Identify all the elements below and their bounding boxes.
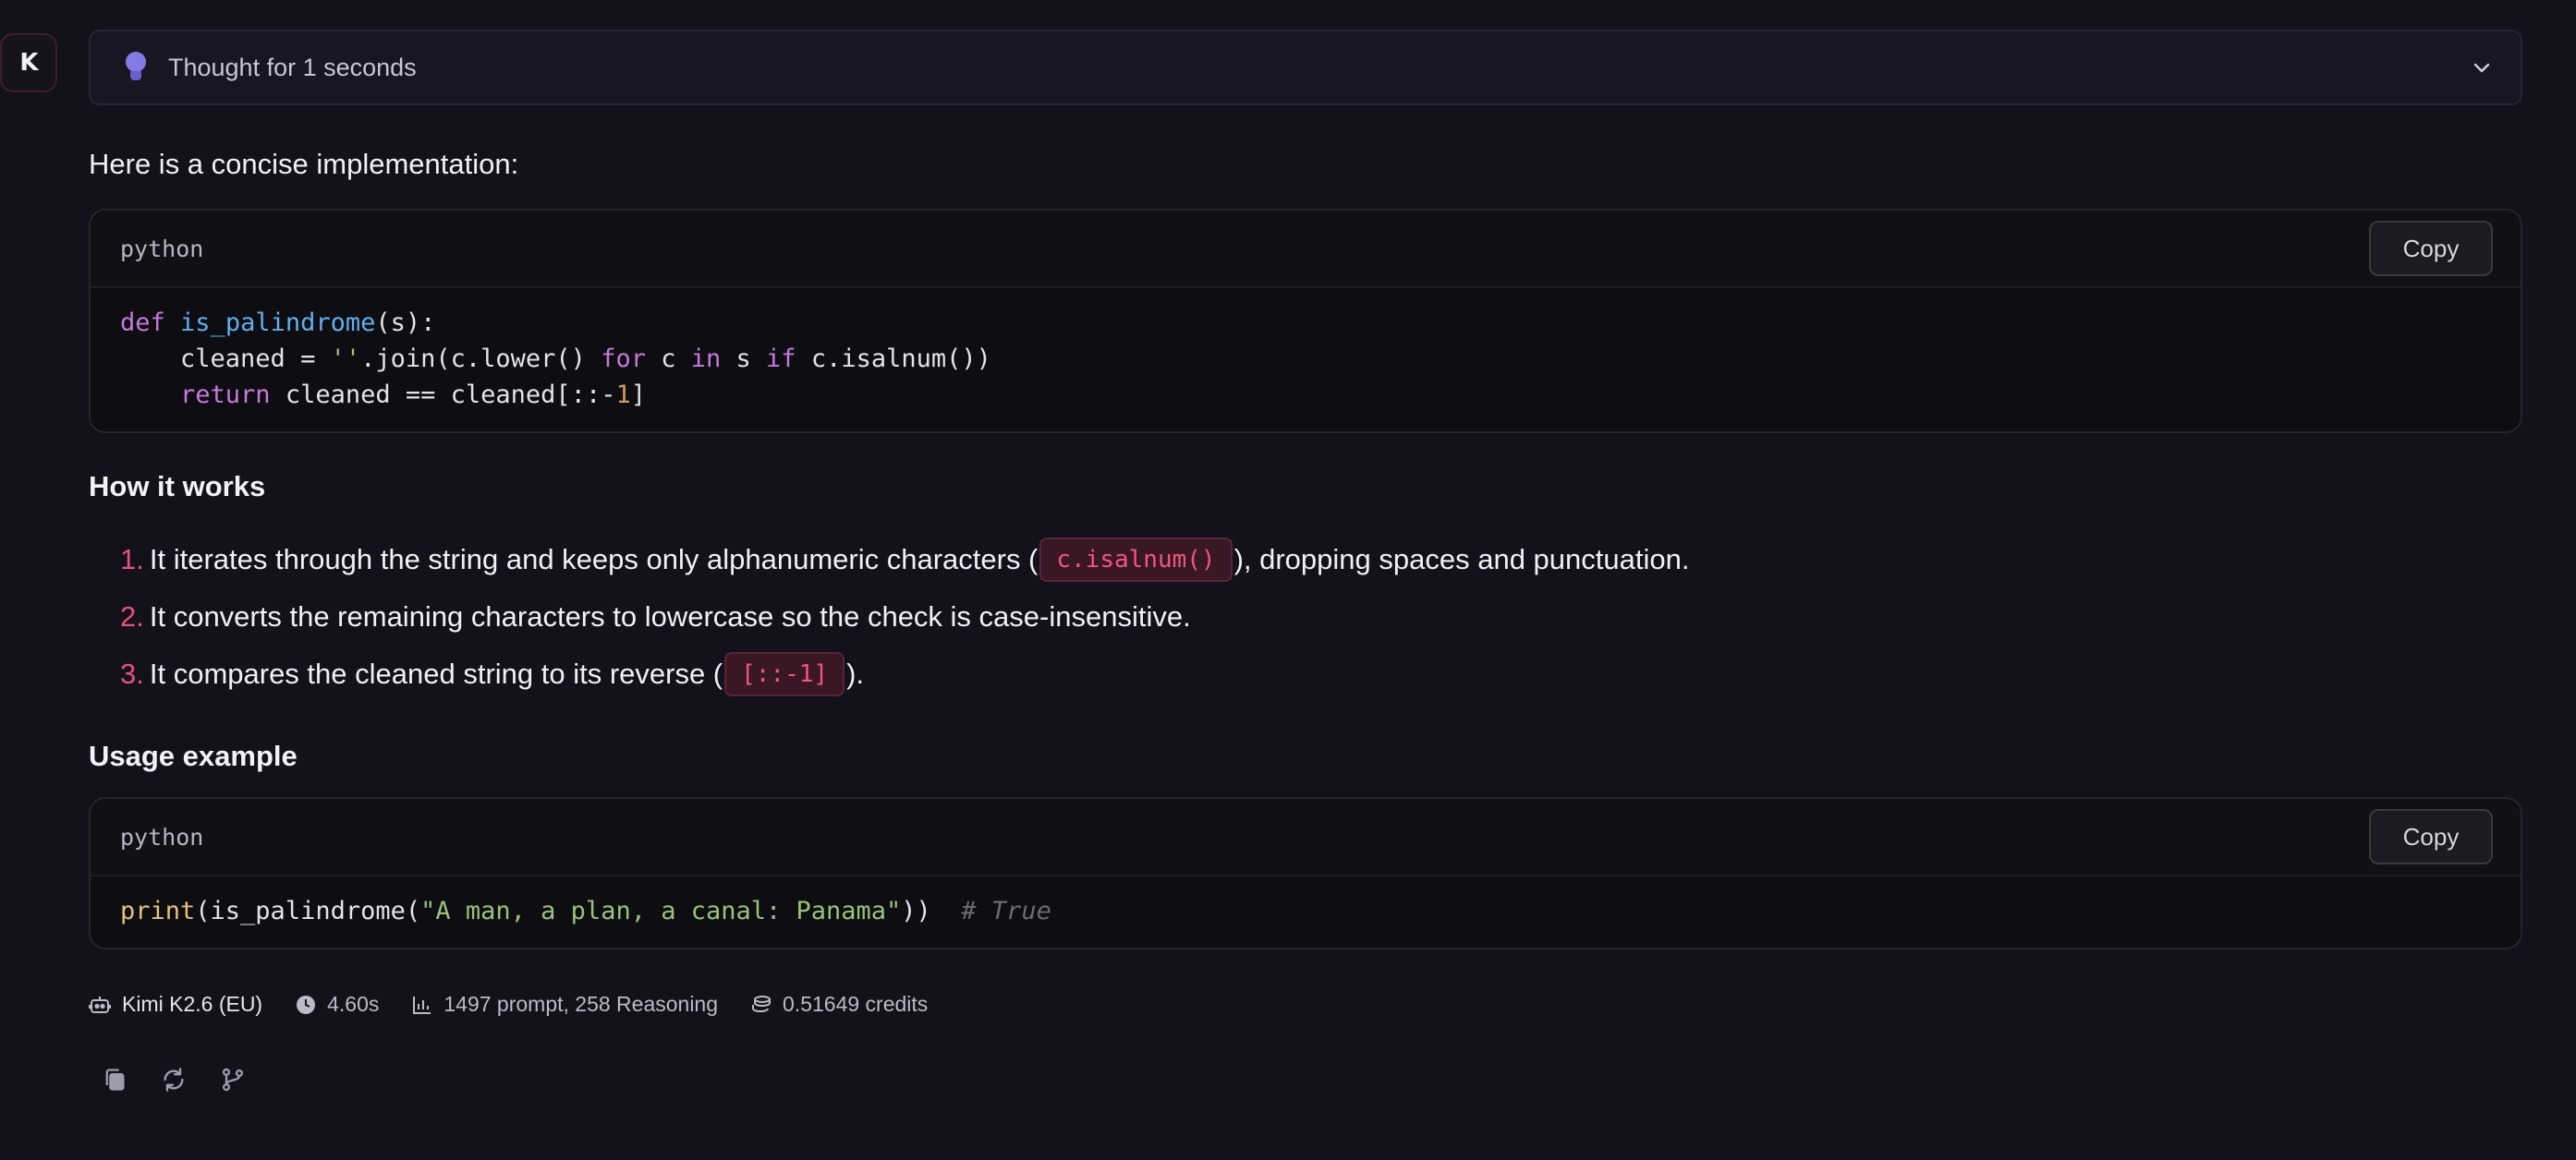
code-body: print(is_palindrome("A man, a plan, a ca…	[91, 876, 2521, 948]
coins-icon	[752, 995, 772, 1012]
credits-stat: 0.51649 credits	[751, 992, 928, 1017]
lightbulb-icon	[124, 52, 148, 83]
code-line: print(is_palindrome("A man, a plan, a ca…	[120, 897, 1051, 925]
code-language: python	[120, 823, 204, 851]
list-item: 2. It converts the remaining characters …	[120, 588, 2522, 646]
avatar-label: K	[19, 49, 38, 77]
list-item: 3. It compares the cleaned string to its…	[120, 646, 2522, 703]
bar-chart-icon	[413, 996, 431, 1014]
clock-icon	[297, 995, 316, 1014]
list-text: ), dropping spaces and punctuation.	[1233, 543, 1690, 575]
avatar: K	[0, 33, 57, 92]
model-name: Kimi K2.6 (EU)	[122, 992, 263, 1016]
message-actions	[89, 1067, 2522, 1093]
list-number: 2.	[120, 600, 144, 633]
code-line: def is_palindrome(s):	[120, 308, 436, 337]
intro-text: Here is a concise implementation:	[89, 148, 519, 180]
message-stats: Kimi K2.6 (EU) 4.60s 1497 prompt, 258 Re…	[89, 992, 2522, 1017]
tokens-stat: 1497 prompt, 258 Reasoning	[412, 992, 718, 1017]
model-stat: Kimi K2.6 (EU)	[89, 992, 262, 1017]
code-line: cleaned = ''.join(c.lower() for c in s i…	[120, 344, 991, 373]
regenerate-icon[interactable]	[161, 1067, 187, 1093]
list-number: 1.	[120, 543, 144, 575]
code-block-header: python Copy	[91, 211, 2521, 288]
list-text: ).	[846, 658, 864, 690]
chevron-down-icon[interactable]	[2471, 56, 2493, 79]
section-heading: Usage example	[89, 740, 298, 772]
inline-code: c.isalnum()	[1039, 538, 1233, 582]
copy-icon[interactable]	[102, 1067, 128, 1093]
time-value: 4.60s	[327, 992, 380, 1016]
thought-collapsible[interactable]: Thought for 1 seconds	[89, 30, 2522, 105]
code-block: python Copy def is_palindrome(s): cleane…	[89, 209, 2522, 433]
copy-code-button[interactable]: Copy	[2369, 809, 2493, 864]
list-number: 3.	[120, 658, 144, 690]
code-block-header: python Copy	[91, 799, 2521, 876]
code-line: return cleaned == cleaned[::-1]	[180, 381, 646, 409]
list-text: It compares the cleaned string to its re…	[149, 658, 723, 690]
robot-icon	[89, 996, 111, 1013]
thought-label: Thought for 1 seconds	[168, 53, 417, 81]
code-body: def is_palindrome(s): cleaned = ''.join(…	[91, 288, 2521, 431]
copy-code-button[interactable]: Copy	[2369, 221, 2493, 276]
section-heading: How it works	[89, 470, 266, 502]
code-language: python	[120, 235, 204, 262]
code-block: python Copy print(is_palindrome("A man, …	[89, 797, 2522, 949]
inline-code: [::-1]	[724, 652, 845, 696]
steps-list: 1. It iterates through the string and ke…	[89, 531, 2522, 703]
list-text: It iterates through the string and keeps…	[149, 543, 1039, 575]
credits-value: 0.51649 credits	[783, 992, 929, 1016]
list-item: 1. It iterates through the string and ke…	[120, 531, 2522, 588]
time-stat: 4.60s	[296, 992, 379, 1017]
branch-icon[interactable]	[220, 1067, 246, 1093]
message-content: Thought for 1 seconds Here is a concise …	[89, 30, 2522, 1093]
list-text: It converts the remaining characters to …	[149, 600, 1191, 633]
tokens-value: 1497 prompt, 258 Reasoning	[444, 992, 719, 1016]
